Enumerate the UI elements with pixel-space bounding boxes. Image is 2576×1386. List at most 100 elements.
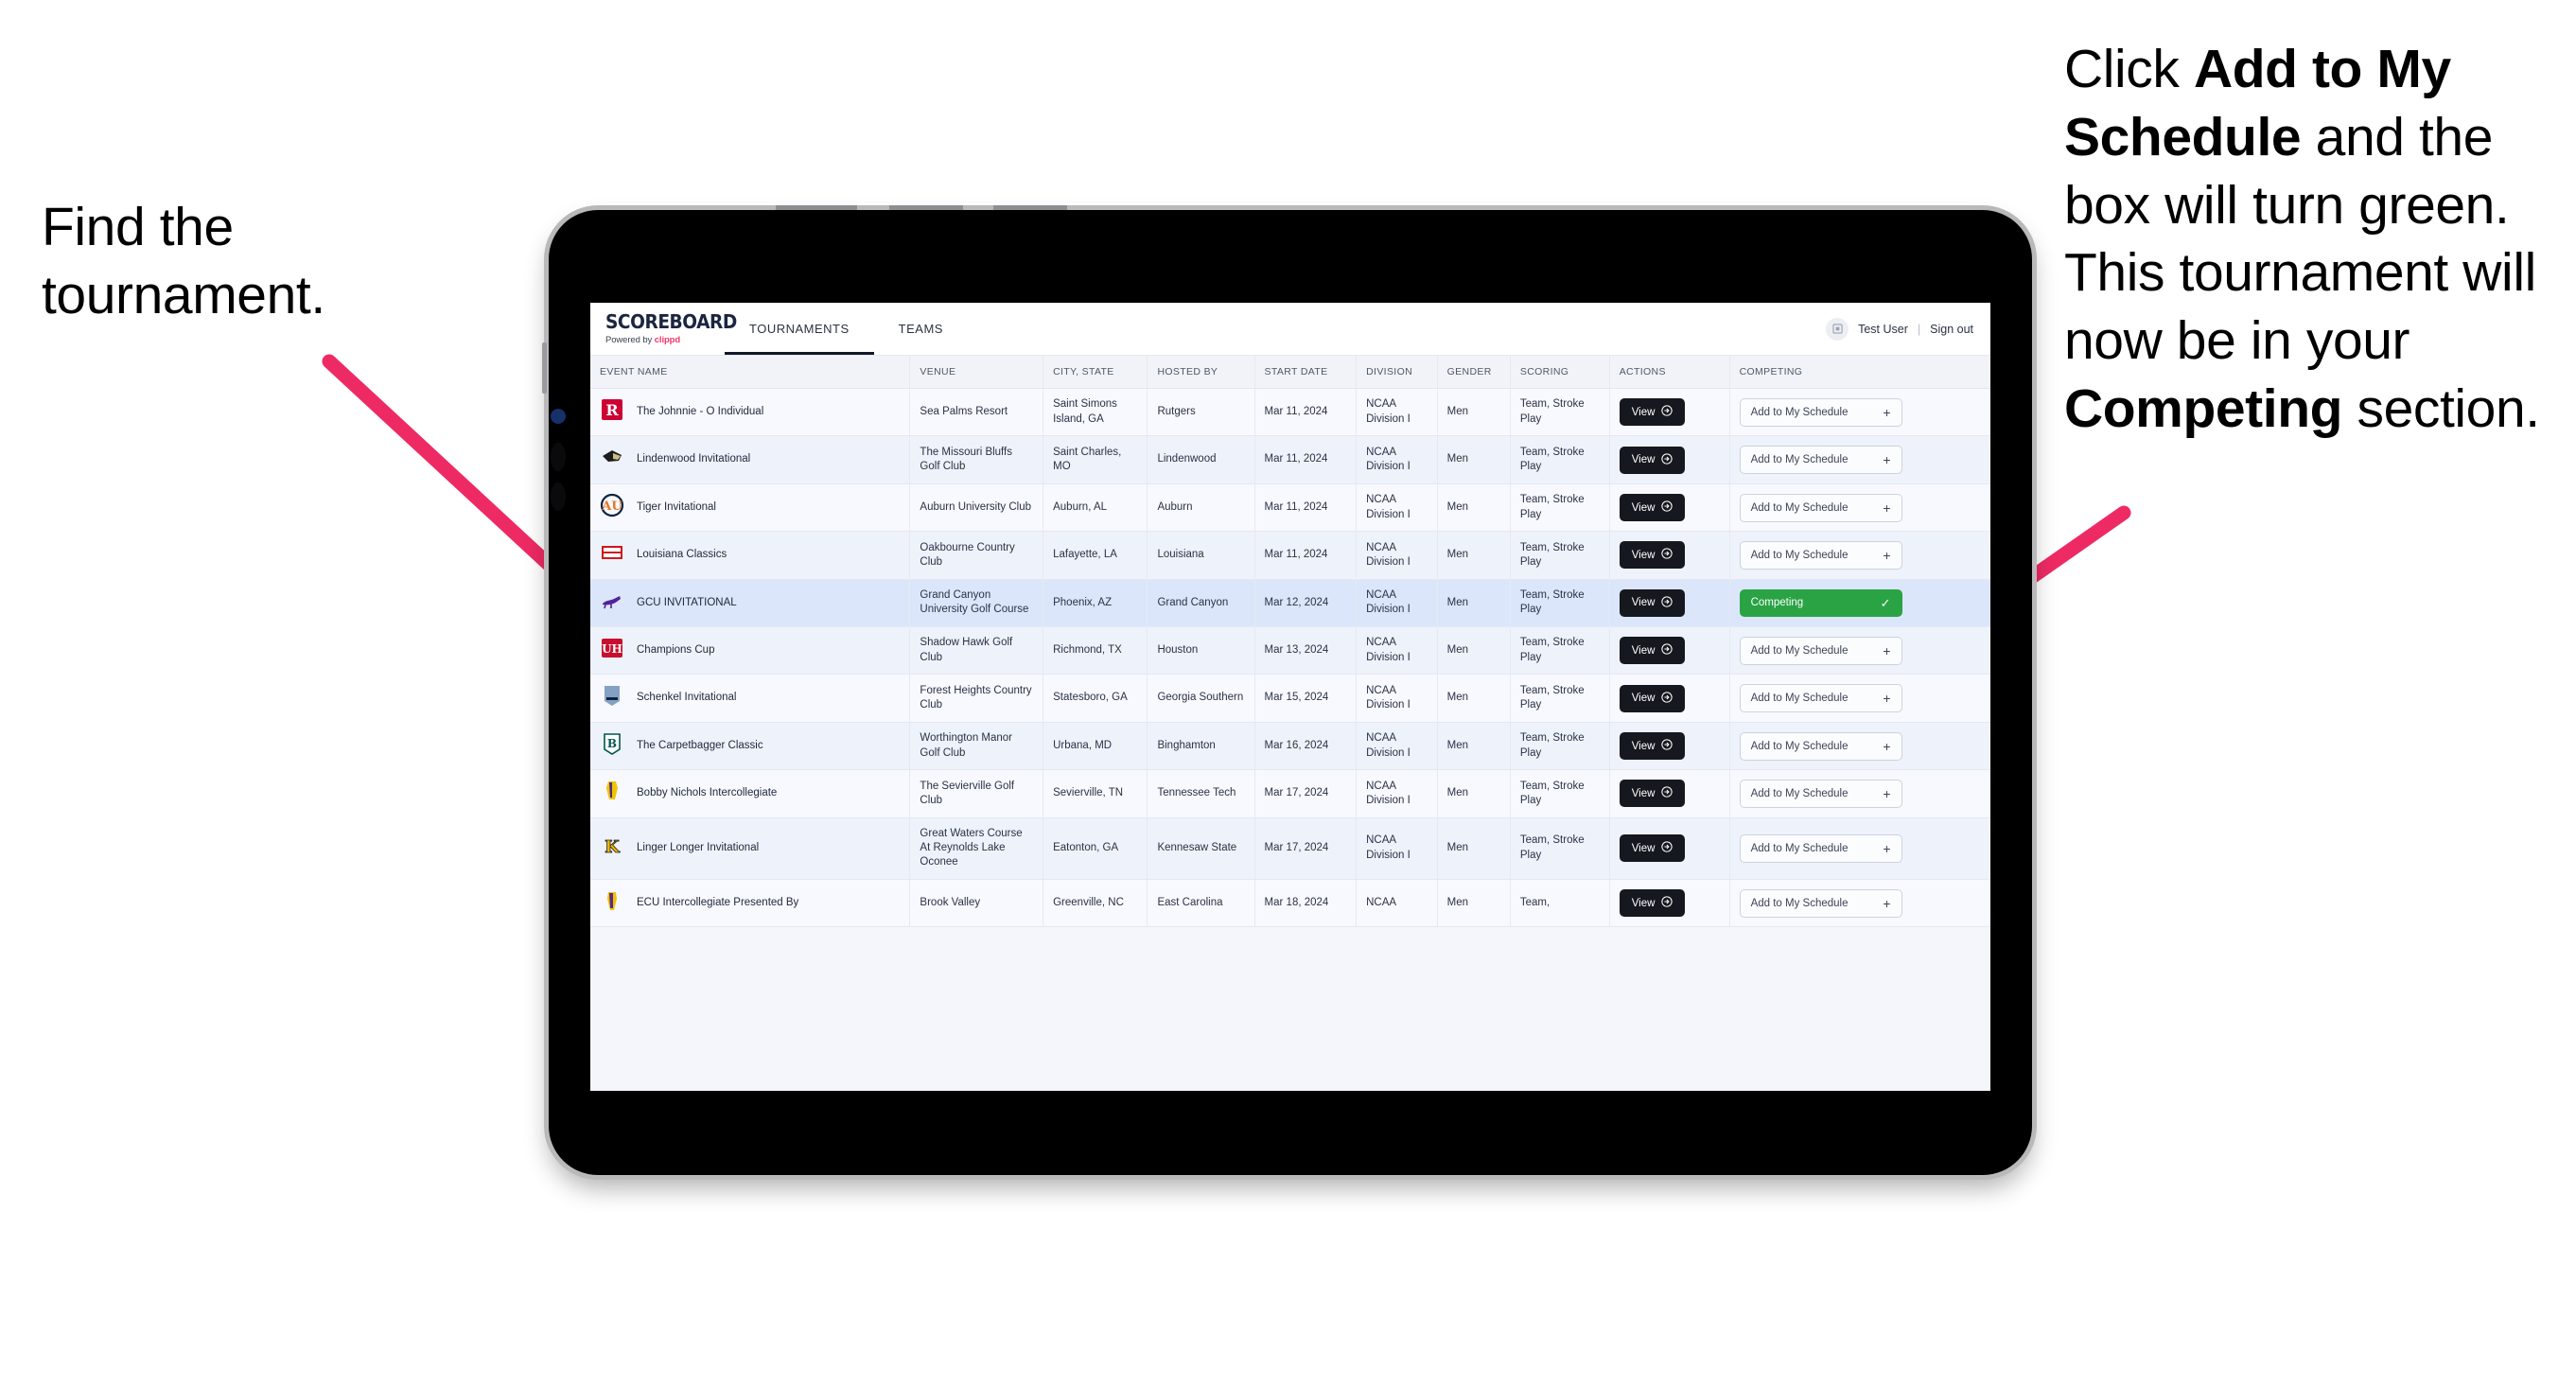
- annotation-right-seg1: Click: [2064, 39, 2194, 99]
- cell-start-date: Mar 13, 2024: [1254, 626, 1358, 675]
- event-name-label: Tiger Invitational: [637, 500, 716, 513]
- cell-competing: Add to My Schedule +: [1729, 388, 1990, 437]
- competing-button[interactable]: Competing ✓: [1739, 588, 1902, 617]
- cell-city-state: Eatonton, GA: [1043, 817, 1148, 880]
- sign-out-link[interactable]: Sign out: [1930, 323, 1973, 336]
- app-header: SCOREBOARD Powered by clippd TOURNAMENTS…: [590, 303, 1990, 356]
- add-to-my-schedule-button[interactable]: Add to My Schedule +: [1739, 779, 1902, 808]
- cell-actions: View: [1609, 483, 1730, 533]
- tennessee-tech-logo: [600, 779, 624, 808]
- table-row[interactable]: Lindenwood Invitational The Missouri Bluf…: [590, 435, 1990, 484]
- view-button[interactable]: View: [1619, 684, 1686, 712]
- tab-tournaments[interactable]: TOURNAMENTS: [725, 303, 874, 355]
- view-button[interactable]: View: [1619, 834, 1686, 863]
- cell-actions: View: [1609, 531, 1730, 580]
- cell-division: NCAA Division I: [1356, 531, 1438, 580]
- add-to-my-schedule-button[interactable]: Add to My Schedule +: [1739, 397, 1902, 427]
- cell-city-state: Statesboro, GA: [1043, 674, 1148, 723]
- add-to-my-schedule-button[interactable]: Add to My Schedule +: [1739, 731, 1902, 761]
- cell-event-name: AU Tiger Invitational: [590, 483, 911, 533]
- arrow-right-circle-icon: [1661, 896, 1674, 910]
- table-row[interactable]: Schenkel Invitational Forest Heights Coun…: [590, 674, 1990, 723]
- cell-event-name: ECU Intercollegiate Presented By: [590, 879, 911, 928]
- cell-hosted-by: Auburn: [1147, 483, 1255, 533]
- competing-button-label: Competing: [1750, 597, 1804, 609]
- view-button[interactable]: View: [1619, 398, 1686, 427]
- cell-scoring: Team, Stroke Play: [1510, 579, 1610, 628]
- cell-gender: Men: [1437, 388, 1511, 437]
- add-to-my-schedule-button[interactable]: Add to My Schedule +: [1739, 888, 1902, 918]
- add-to-my-schedule-button[interactable]: Add to My Schedule +: [1739, 684, 1902, 713]
- tab-teams[interactable]: TEAMS: [874, 303, 968, 355]
- cell-scoring: Team, Stroke Play: [1510, 483, 1610, 533]
- cell-competing: Add to My Schedule +: [1729, 435, 1990, 484]
- arrow-right-circle-icon: [1661, 405, 1674, 419]
- cell-division: NCAA Division I: [1356, 388, 1438, 437]
- cell-hosted-by: Georgia Southern: [1147, 674, 1255, 723]
- tournaments-table: EVENT NAME VENUE CITY, STATE HOSTED BY START…: [590, 356, 1990, 928]
- column-header-venue: VENUE: [909, 356, 1044, 389]
- cell-event-name: Louisiana Classics: [590, 531, 911, 580]
- event-name-label: GCU INVITATIONAL: [637, 596, 737, 608]
- table-row[interactable]: GCU INVITATIONAL Grand Canyon University …: [590, 579, 1990, 628]
- table-row[interactable]: UH Champions Cup Shadow Hawk Golf Club Rich…: [590, 626, 1990, 675]
- cell-actions: View: [1609, 435, 1730, 484]
- header-separator: |: [1917, 322, 1921, 336]
- cell-scoring: Team, Stroke Play: [1510, 435, 1610, 484]
- arrow-right-circle-icon: [1661, 786, 1674, 800]
- view-button[interactable]: View: [1619, 446, 1686, 474]
- event-name-label: The Johnnie - O Individual: [637, 406, 764, 417]
- view-button[interactable]: View: [1619, 889, 1686, 918]
- column-header-city-state: CITY, STATE: [1043, 356, 1148, 389]
- table-row[interactable]: AU Tiger Invitational Auburn University Cl…: [590, 483, 1990, 533]
- table-row[interactable]: Bobby Nichols Intercollegiate The Sevierv…: [590, 769, 1990, 818]
- add-to-my-schedule-button[interactable]: Add to My Schedule +: [1739, 493, 1902, 522]
- cell-competing: Add to My Schedule +: [1729, 531, 1990, 580]
- view-button-label: View: [1631, 406, 1656, 418]
- view-button[interactable]: View: [1619, 588, 1686, 617]
- add-to-my-schedule-button[interactable]: Add to My Schedule +: [1739, 636, 1902, 665]
- cell-hosted-by: Kennesaw State: [1147, 817, 1255, 880]
- brand-powered-by: Powered by clippd: [605, 335, 725, 345]
- add-to-my-schedule-button[interactable]: Add to My Schedule +: [1739, 540, 1902, 570]
- cell-actions: View: [1609, 674, 1730, 723]
- tournaments-table-container[interactable]: EVENT NAME VENUE CITY, STATE HOSTED BY START…: [590, 356, 1990, 1091]
- view-button[interactable]: View: [1619, 494, 1686, 522]
- view-button[interactable]: View: [1619, 637, 1686, 665]
- cell-venue: Grand Canyon University Golf Course: [909, 579, 1044, 628]
- table-row[interactable]: ECU Intercollegiate Presented By Brook Va…: [590, 879, 1990, 928]
- user-grid-icon[interactable]: [1826, 317, 1849, 341]
- event-name-label: Champions Cup: [637, 644, 715, 657]
- view-button[interactable]: View: [1619, 780, 1686, 808]
- column-header-division: DIVISION: [1356, 356, 1438, 389]
- cell-event-name: GCU INVITATIONAL: [590, 579, 911, 628]
- column-header-hosted-by: HOSTED BY: [1147, 356, 1255, 389]
- table-row[interactable]: R The Johnnie - O Individual Sea Palms Res…: [590, 388, 1990, 437]
- cell-actions: View: [1609, 769, 1730, 818]
- houston-uh-logo: UH: [600, 636, 624, 665]
- cell-city-state: Urbana, MD: [1043, 722, 1148, 771]
- table-row[interactable]: K Linger Longer Invitational Great Waters …: [590, 817, 1990, 880]
- add-to-my-schedule-label: Add to My Schedule: [1750, 740, 1849, 752]
- view-button[interactable]: View: [1619, 732, 1686, 761]
- table-row[interactable]: B The Carpetbagger Classic Worthington Man…: [590, 722, 1990, 771]
- plus-icon: +: [1883, 547, 1891, 563]
- tab-tournaments-label: TOURNAMENTS: [749, 322, 850, 336]
- add-to-my-schedule-button[interactable]: Add to My Schedule +: [1739, 446, 1902, 475]
- column-header-event-name: EVENT NAME: [590, 356, 911, 389]
- view-button[interactable]: View: [1619, 541, 1686, 570]
- cell-start-date: Mar 11, 2024: [1254, 435, 1358, 484]
- cell-competing: Add to My Schedule +: [1729, 674, 1990, 723]
- table-row[interactable]: Louisiana Classics Oakbourne Country Club…: [590, 531, 1990, 580]
- svg-text:K: K: [605, 837, 621, 857]
- arrow-right-circle-icon: [1661, 500, 1674, 515]
- tab-teams-label: TEAMS: [898, 322, 943, 336]
- cell-hosted-by: Houston: [1147, 626, 1255, 675]
- view-button-label: View: [1631, 897, 1656, 909]
- table-header-row: EVENT NAME VENUE CITY, STATE HOSTED BY START…: [590, 356, 1990, 389]
- cell-division: NCAA Division I: [1356, 769, 1438, 818]
- georgia-southern-logo: [600, 683, 624, 712]
- cell-actions: View: [1609, 817, 1730, 880]
- event-name-label: Schenkel Invitational: [637, 692, 737, 704]
- add-to-my-schedule-button[interactable]: Add to My Schedule +: [1739, 833, 1902, 863]
